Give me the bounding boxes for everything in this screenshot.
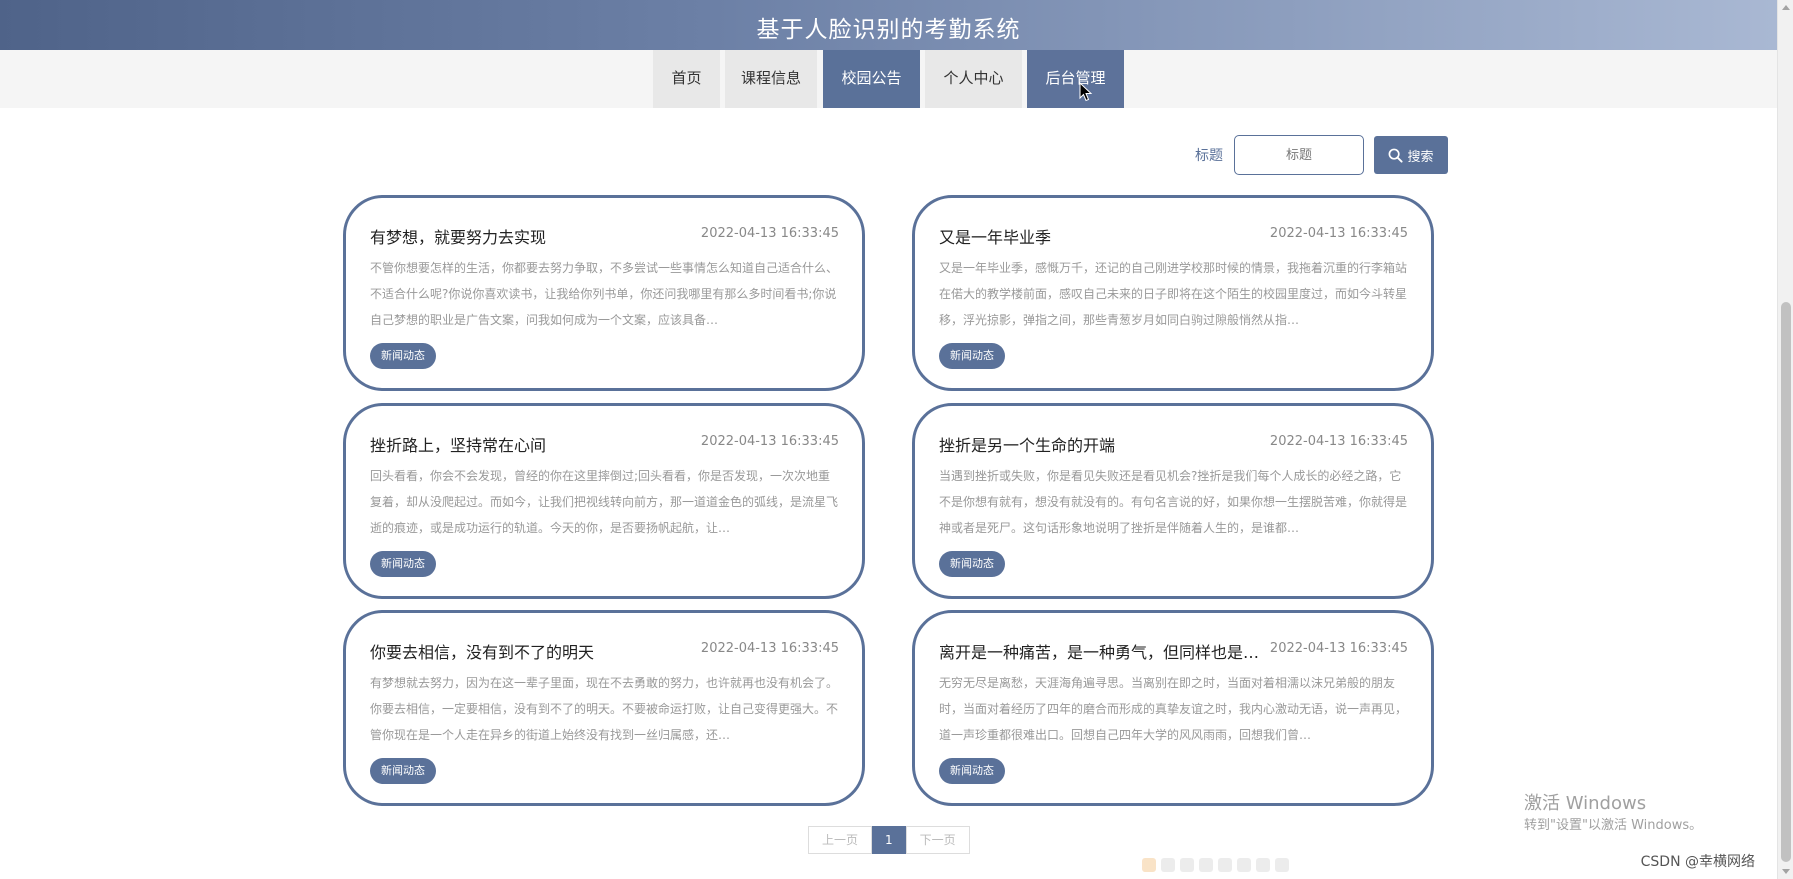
announcement-card[interactable]: 挫折路上，坚持常在心间 2022-04-13 16:33:45 回头看看，你会不… bbox=[343, 403, 865, 599]
windows-activation-hint: 转到"设置"以激活 Windows。 bbox=[1524, 818, 1703, 833]
mouse-cursor-icon bbox=[1079, 82, 1093, 102]
card-title[interactable]: 离开是一种痛苦，是一种勇气，但同样也是… bbox=[939, 639, 1259, 663]
card-timestamp: 2022-04-13 16:33:45 bbox=[1269, 434, 1408, 449]
ime-icon bbox=[1237, 858, 1251, 872]
nav-item-courses[interactable]: 课程信息 bbox=[725, 50, 817, 108]
search-button[interactable]: 搜索 bbox=[1374, 136, 1448, 174]
card-timestamp: 2022-04-13 16:33:45 bbox=[1269, 226, 1408, 241]
nav-item-announcements[interactable]: 校园公告 bbox=[823, 50, 920, 108]
search-icon bbox=[1389, 148, 1404, 163]
card-summary: 有梦想就去努力，因为在这一辈子里面，现在不去勇敢的努力，也许就再也没有机会了。你… bbox=[370, 676, 839, 742]
main-nav: 首页 课程信息 校园公告 个人中心 后台管理 bbox=[0, 50, 1777, 108]
vertical-scrollbar[interactable] bbox=[1777, 0, 1793, 879]
title-search-input[interactable] bbox=[1234, 135, 1364, 175]
card-summary: 回头看看，你会不会发现，曾经的你在这里摔倒过;回头看看，你是否发现，一次次地重复… bbox=[370, 469, 839, 535]
ime-icon bbox=[1256, 858, 1270, 872]
card-summary: 不管你想要怎样的生活，你都要去努力争取，不多尝试一些事情怎么知道自己适合什么、不… bbox=[370, 261, 839, 327]
windows-activation-title: 激活 Windows bbox=[1524, 793, 1647, 814]
scroll-up-arrow-icon[interactable] bbox=[1782, 5, 1790, 10]
header-bar: 基于人脸识别的考勤系统 bbox=[0, 0, 1777, 50]
next-page-button[interactable]: 下一页 bbox=[905, 826, 970, 854]
card-title[interactable]: 挫折是另一个生命的开端 bbox=[939, 432, 1115, 456]
card-category-tag[interactable]: 新闻动态 bbox=[939, 343, 1005, 369]
card-category-tag[interactable]: 新闻动态 bbox=[370, 551, 436, 577]
nav-item-home[interactable]: 首页 bbox=[653, 50, 720, 108]
pagination: 上一页 1 下一页 bbox=[808, 826, 970, 854]
card-summary: 无穷无尽是离愁，天涯海角遍寻思。当离别在即之时，当面对着相濡以沫兄弟般的朋友时，… bbox=[939, 676, 1408, 742]
card-timestamp: 2022-04-13 16:33:45 bbox=[700, 226, 839, 241]
card-summary: 当遇到挫折或失败，你是看见失败还是看见机会?挫折是我们每个人成长的必经之路，它不… bbox=[939, 469, 1408, 535]
scrollbar-thumb[interactable] bbox=[1781, 302, 1791, 862]
nav-item-admin[interactable]: 后台管理 bbox=[1027, 50, 1124, 108]
ime-toolbar bbox=[1142, 855, 1327, 875]
ime-icon bbox=[1218, 858, 1232, 872]
card-timestamp: 2022-04-13 16:33:45 bbox=[700, 641, 839, 656]
card-summary: 又是一年毕业季，感慨万千，还记的自己刚进学校那时候的情景，我拖着沉重的行李箱站在… bbox=[939, 261, 1408, 327]
nav-item-personal-center[interactable]: 个人中心 bbox=[925, 50, 1022, 108]
ime-icon bbox=[1199, 858, 1213, 872]
card-category-tag[interactable]: 新闻动态 bbox=[939, 551, 1005, 577]
csdn-credit: CSDN @幸横网络 bbox=[1640, 854, 1755, 870]
prev-page-button[interactable]: 上一页 bbox=[808, 826, 873, 854]
card-title[interactable]: 挫折路上，坚持常在心间 bbox=[370, 432, 546, 456]
announcement-card[interactable]: 又是一年毕业季 2022-04-13 16:33:45 又是一年毕业季，感慨万千… bbox=[912, 195, 1434, 391]
page: 基于人脸识别的考勤系统 首页 课程信息 校园公告 个人中心 后台管理 标题 搜索… bbox=[0, 0, 1777, 879]
announcement-card[interactable]: 有梦想，就要努力去实现 2022-04-13 16:33:45 不管你想要怎样的… bbox=[343, 195, 865, 391]
page-number-button[interactable]: 1 bbox=[872, 826, 906, 854]
card-timestamp: 2022-04-13 16:33:45 bbox=[700, 434, 839, 449]
ime-icon bbox=[1142, 858, 1156, 872]
scroll-down-arrow-icon[interactable] bbox=[1782, 869, 1790, 874]
ime-icon bbox=[1161, 858, 1175, 872]
app-title: 基于人脸识别的考勤系统 bbox=[756, 17, 1021, 43]
card-title[interactable]: 你要去相信，没有到不了的明天 bbox=[370, 639, 594, 663]
card-category-tag[interactable]: 新闻动态 bbox=[370, 343, 436, 369]
card-title[interactable]: 又是一年毕业季 bbox=[939, 224, 1051, 248]
ime-icon bbox=[1180, 858, 1194, 872]
card-timestamp: 2022-04-13 16:33:45 bbox=[1269, 641, 1408, 656]
announcement-card[interactable]: 挫折是另一个生命的开端 2022-04-13 16:33:45 当遇到挫折或失败… bbox=[912, 403, 1434, 599]
ime-icon bbox=[1275, 858, 1289, 872]
card-category-tag[interactable]: 新闻动态 bbox=[370, 758, 436, 784]
card-category-tag[interactable]: 新闻动态 bbox=[939, 758, 1005, 784]
announcement-card[interactable]: 你要去相信，没有到不了的明天 2022-04-13 16:33:45 有梦想就去… bbox=[343, 610, 865, 806]
announcement-card[interactable]: 离开是一种痛苦，是一种勇气，但同样也是… 2022-04-13 16:33:45… bbox=[912, 610, 1434, 806]
search-label: 标题 bbox=[1195, 148, 1223, 164]
search-button-label: 搜索 bbox=[1407, 149, 1434, 165]
card-title[interactable]: 有梦想，就要努力去实现 bbox=[370, 224, 546, 248]
